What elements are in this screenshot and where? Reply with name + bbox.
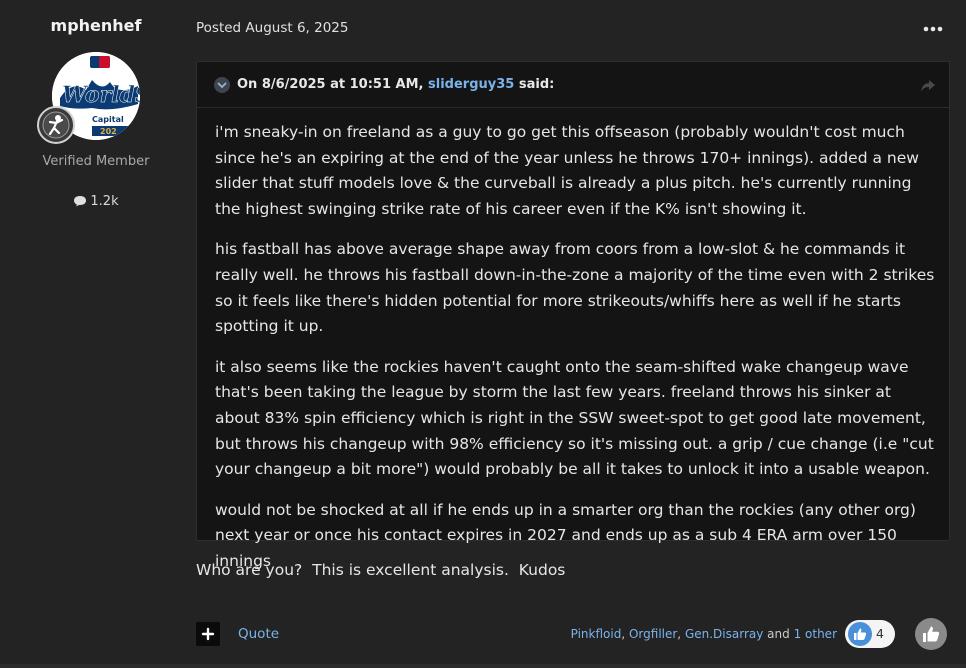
quote-paragraph: i'm sneaky-in on freeland as a guy to go… <box>215 123 919 218</box>
quote-button[interactable]: Quote <box>238 626 279 642</box>
reply-text: Who are you? This is excellent analysis.… <box>196 561 566 579</box>
quote-box: On 8/6/2025 at 10:51 AM, sliderguy35 sai… <box>196 61 950 570</box>
reactions-summary: Pinkfloid, Orgfiller, Gen.Disarray and 1… <box>570 627 837 641</box>
reaction-count-pill[interactable]: 4 <box>845 620 895 648</box>
share-arrow-icon[interactable] <box>920 78 936 92</box>
react-button[interactable] <box>915 618 947 650</box>
svg-text:WorldSe: WorldSe <box>62 82 140 108</box>
quote-paragraph: his fastball has above average shape awa… <box>215 240 935 336</box>
quoted-user-link[interactable]: sliderguy35 <box>428 77 514 92</box>
reactor-link[interactable]: Pinkfloid <box>571 627 622 641</box>
reactor-link[interactable]: Gen.Disarray <box>685 627 763 641</box>
speech-bubble-icon <box>74 196 87 207</box>
more-horizontal-icon[interactable] <box>922 18 944 40</box>
member-group: Verified Member <box>42 154 150 169</box>
posted-date[interactable]: Posted August 6, 2025 <box>196 20 348 36</box>
svg-text:202: 202 <box>100 127 117 136</box>
author-name[interactable]: mphenhef <box>0 16 192 35</box>
reactor-link[interactable]: Orgfiller <box>629 627 677 641</box>
quote-citation-prefix: On 8/6/2025 at 10:51 AM, <box>237 77 424 92</box>
quote-citation: On 8/6/2025 at 10:51 AM, sliderguy35 sai… <box>237 77 554 92</box>
thumbs-up-icon <box>923 626 940 642</box>
post-footer: Quote Pinkfloid, Orgfiller, Gen.Disarray… <box>0 618 966 652</box>
reactors-and: and <box>767 627 790 641</box>
author-pane: mphenhef WorldSe Capital 202 Verified Me… <box>0 0 192 668</box>
plus-icon <box>201 627 215 641</box>
post-count: 1.2k <box>0 194 192 209</box>
chevron-down-icon[interactable] <box>214 77 230 93</box>
quote-header: On 8/6/2025 at 10:51 AM, sliderguy35 sai… <box>197 62 949 108</box>
thumbs-up-icon <box>848 622 872 646</box>
multiquote-button[interactable] <box>196 622 220 646</box>
reaction-count: 4 <box>876 626 884 641</box>
post-count-value: 1.2k <box>90 194 119 209</box>
quote-paragraph: it also seems like the rockies haven't c… <box>215 357 934 479</box>
svg-text:Capital: Capital <box>92 115 124 124</box>
reactors-more-link[interactable]: 1 other <box>794 627 837 641</box>
quote-citation-suffix: said: <box>518 77 555 92</box>
divider <box>0 664 966 668</box>
quote-body: i'm sneaky-in on freeland as a guy to go… <box>215 120 937 590</box>
baseball-player-badge-icon <box>37 106 75 144</box>
